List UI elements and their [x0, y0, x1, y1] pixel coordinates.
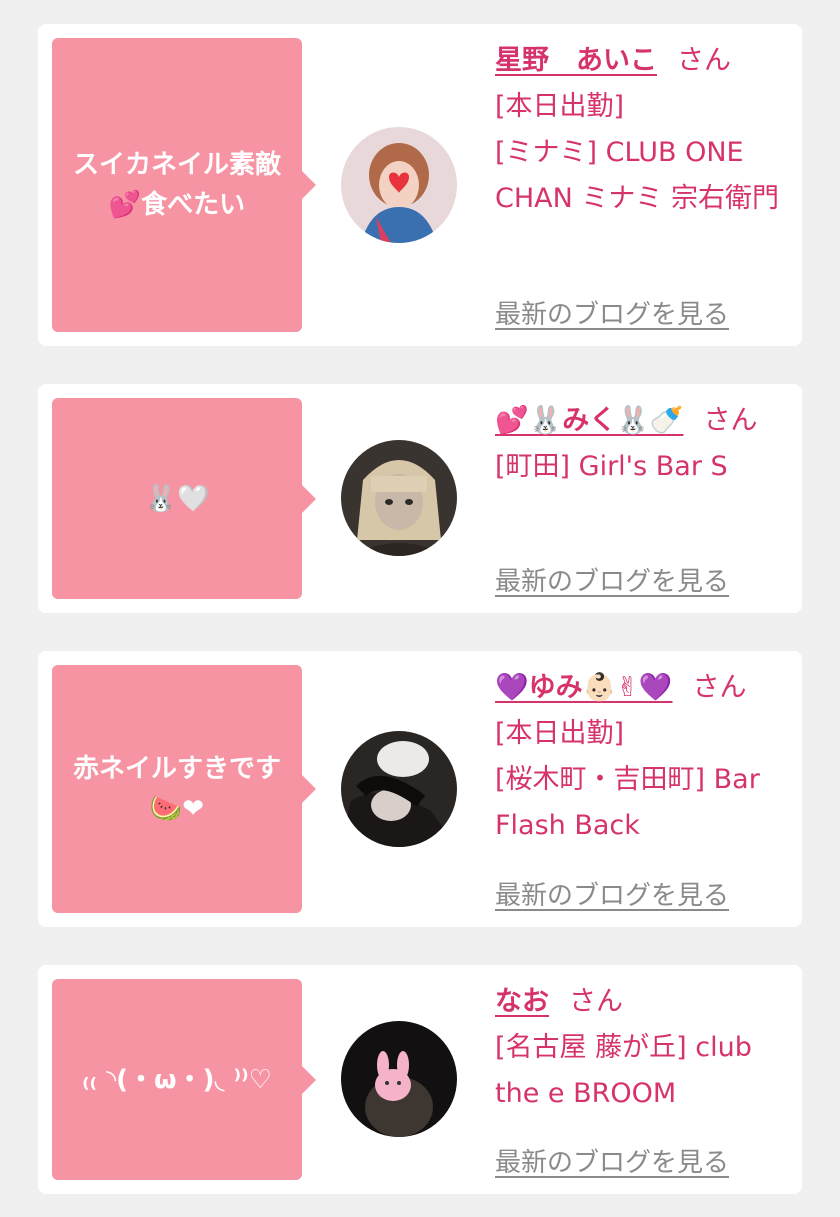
- attendance-status: [本日出勤]: [495, 91, 625, 122]
- san-suffix: さん: [703, 405, 758, 436]
- girl-name-link[interactable]: 💜ゆみ👶🏻✌💜: [495, 672, 672, 703]
- san-suffix: さん: [677, 45, 731, 76]
- avatar[interactable]: [341, 731, 457, 847]
- girl-info: 💜ゆみ👶🏻✌💜 さん [本日出勤] [桜木町・吉田町] Bar Flash Bac…: [495, 665, 785, 849]
- latest-blog-link[interactable]: 最新のブログを見る: [495, 1142, 729, 1179]
- shop-name: [町田] Girl's Bar S: [495, 451, 728, 482]
- avatar-photo: [341, 127, 457, 243]
- comment-text: スイカネイル素敵 💕食べたい: [72, 150, 281, 220]
- avatar-photo: [341, 440, 457, 556]
- name-line: 💜ゆみ👶🏻✌💜 さん: [495, 665, 785, 711]
- girl-name-link[interactable]: 💕🐰みく🐰🍼: [495, 405, 683, 436]
- shop-name: [名古屋 藤が丘] club the e BROOM: [495, 1032, 752, 1109]
- girl-info: なお さん [名古屋 藤が丘] club the e BROOM: [495, 979, 785, 1117]
- comment-text: 🐰🤍: [144, 483, 210, 514]
- comment-text: 赤ネイルすきです 🍉❤: [72, 754, 281, 824]
- comment-bubble: ₍₍ ◝(・ω・)◟ ⁾⁾♡: [52, 979, 316, 1180]
- san-suffix: さん: [569, 986, 623, 1017]
- comment-bubble: 🐰🤍: [52, 398, 316, 599]
- avatar-photo: [341, 1021, 457, 1137]
- girl-name-link[interactable]: 星野 あいこ: [495, 45, 657, 76]
- attendance-status: [本日出勤]: [495, 718, 625, 749]
- girl-info: 星野 あいこ さん [本日出勤] [ミナミ] CLUB ONE CHAN ミナミ …: [495, 38, 785, 222]
- latest-blog-link[interactable]: 最新のブログを見る: [495, 561, 729, 598]
- name-line: 💕🐰みく🐰🍼 さん: [495, 398, 785, 444]
- girl-card: 🐰🤍 💕🐰みく🐰🍼 さん [町田] Girl's Bar S 最新のブログを見る: [38, 384, 802, 613]
- avatar[interactable]: [341, 127, 457, 243]
- comment-bubble: スイカネイル素敵 💕食べたい: [52, 38, 316, 332]
- avatar[interactable]: [341, 440, 457, 556]
- avatar[interactable]: [341, 1021, 457, 1137]
- avatar-photo: [341, 731, 457, 847]
- comment-bubble: 赤ネイルすきです 🍉❤: [52, 665, 316, 913]
- name-line: なお さん: [495, 979, 785, 1025]
- comment-text: ₍₍ ◝(・ω・)◟ ⁾⁾♡: [82, 1064, 272, 1095]
- latest-blog-link[interactable]: 最新のブログを見る: [495, 294, 729, 331]
- girl-card: スイカネイル素敵 💕食べたい 星野 あいこ さん [本日出勤] [ミナミ] CLU…: [38, 24, 802, 346]
- san-suffix: さん: [692, 672, 747, 703]
- shop-name: [桜木町・吉田町] Bar Flash Back: [495, 764, 760, 841]
- latest-blog-link[interactable]: 最新のブログを見る: [495, 875, 729, 912]
- girl-card: ₍₍ ◝(・ω・)◟ ⁾⁾♡ なお さん [名古屋 藤が丘] club the e…: [38, 965, 802, 1194]
- girl-info: 💕🐰みく🐰🍼 さん [町田] Girl's Bar S: [495, 398, 785, 490]
- name-line: 星野 あいこ さん: [495, 38, 785, 84]
- shop-name: [ミナミ] CLUB ONE CHAN ミナミ 宗右衛門: [495, 137, 779, 214]
- girl-name-link[interactable]: なお: [495, 986, 549, 1017]
- girl-card: 赤ネイルすきです 🍉❤ 💜ゆみ👶🏻✌💜 さん [本日出勤] [桜木町・吉田町] B…: [38, 651, 802, 927]
